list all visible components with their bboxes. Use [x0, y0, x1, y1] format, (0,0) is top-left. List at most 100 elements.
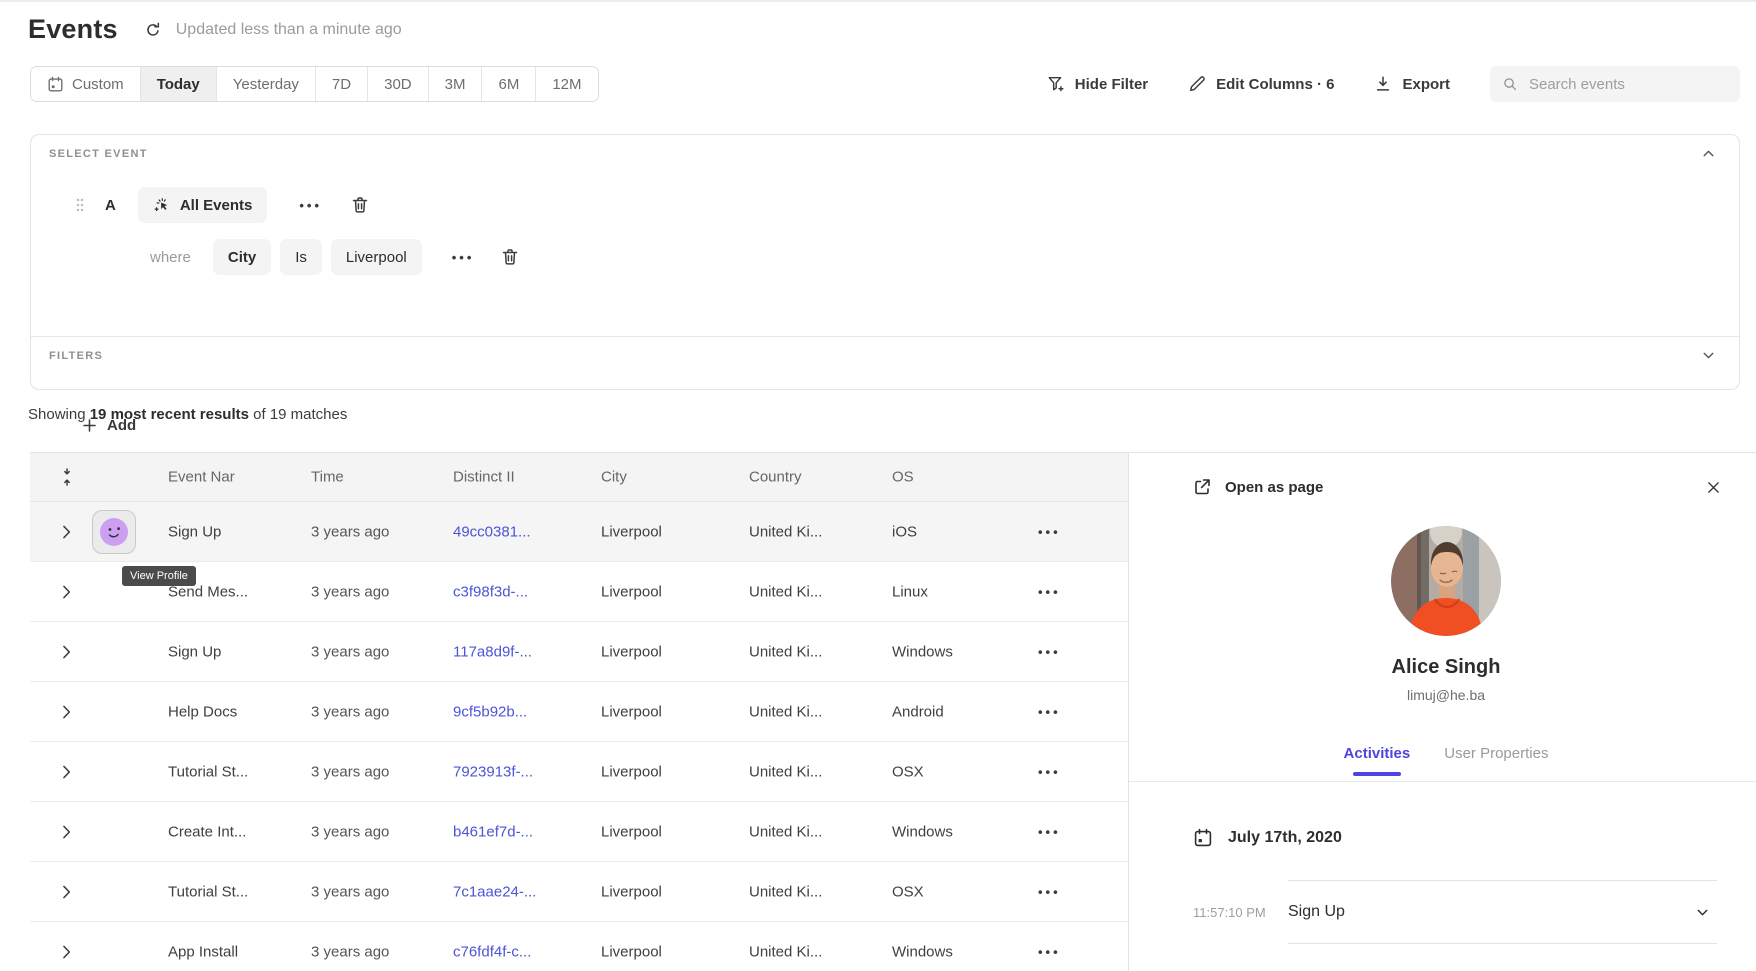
panel-divider: [1129, 781, 1756, 782]
page-header: Events Updated less than a minute ago: [28, 14, 402, 45]
row-actions-button[interactable]: •••: [1038, 704, 1061, 719]
row-expand-chevron-icon[interactable]: [62, 765, 72, 779]
export-button[interactable]: Export: [1374, 75, 1450, 93]
activity-time: 11:57:10 PM: [1193, 905, 1288, 920]
table-row[interactable]: Sign Up 3 years ago 117a8d9f-... Liverpo…: [30, 622, 1128, 682]
country-cell: United Ki...: [749, 643, 822, 660]
row-actions-button[interactable]: •••: [1038, 584, 1061, 599]
distinct-id-link[interactable]: b461ef7d-...: [453, 823, 533, 840]
distinct-id-link[interactable]: c3f98f3d-...: [453, 583, 528, 600]
row-actions-button[interactable]: •••: [1038, 824, 1061, 839]
date-tab-yesterday[interactable]: Yesterday: [216, 67, 315, 101]
user-avatar[interactable]: [100, 818, 128, 846]
row-actions-button[interactable]: •••: [1038, 884, 1061, 899]
distinct-id-link[interactable]: c76fdf4f-c...: [453, 943, 531, 960]
collapse-rows-icon[interactable]: [60, 467, 74, 487]
user-avatar[interactable]: [92, 510, 136, 554]
pencil-icon: [1188, 75, 1206, 93]
table-row[interactable]: App Install 3 years ago c76fdf4f-c... Li…: [30, 922, 1128, 971]
user-avatar[interactable]: [100, 758, 128, 786]
refresh-icon[interactable]: [144, 21, 162, 39]
user-avatar[interactable]: [100, 638, 128, 666]
row-expand-chevron-icon[interactable]: [62, 705, 72, 719]
row-actions-button[interactable]: •••: [1038, 764, 1061, 779]
os-cell: Windows: [892, 943, 953, 960]
open-as-page-button[interactable]: Open as page: [1192, 477, 1323, 497]
close-panel-icon[interactable]: [1705, 479, 1722, 496]
user-avatar[interactable]: [100, 878, 128, 906]
event-name-cell: App Install: [168, 943, 238, 960]
table-row[interactable]: Create Int... 3 years ago b461ef7d-... L…: [30, 802, 1128, 862]
user-avatar[interactable]: [100, 938, 128, 966]
event-selector-chip[interactable]: All Events: [138, 187, 268, 223]
column-header[interactable]: Distinct II: [453, 469, 515, 486]
filter-value-chip[interactable]: Liverpool: [331, 239, 422, 275]
filter-more-button[interactable]: •••: [446, 250, 481, 265]
row-actions-button[interactable]: •••: [1038, 644, 1061, 659]
events-page: Events Updated less than a minute ago Cu…: [0, 0, 1756, 971]
city-cell: Liverpool: [601, 583, 662, 600]
column-header[interactable]: Event Nar: [168, 469, 235, 486]
country-cell: United Ki...: [749, 703, 822, 720]
row-expand-chevron-icon[interactable]: [62, 945, 72, 959]
tab-activities[interactable]: Activities: [1344, 745, 1411, 776]
last-updated-text: Updated less than a minute ago: [176, 21, 402, 39]
activity-expand-row[interactable]: Sign Up: [1288, 880, 1717, 944]
table-row[interactable]: Help Docs 3 years ago 9cf5b92b... Liverp…: [30, 682, 1128, 742]
os-cell: Linux: [892, 583, 928, 600]
edit-columns-button[interactable]: Edit Columns · 6: [1188, 75, 1334, 93]
date-tab-3m[interactable]: 3M: [428, 67, 482, 101]
distinct-id-link[interactable]: 7c1aae24-...: [453, 883, 536, 900]
activity-event-name: Sign Up: [1288, 903, 1345, 921]
row-expand-chevron-icon[interactable]: [62, 885, 72, 899]
row-expand-chevron-icon[interactable]: [62, 825, 72, 839]
row-actions-button[interactable]: •••: [1038, 944, 1061, 959]
date-tab-today[interactable]: Today: [140, 67, 216, 101]
row-expand-chevron-icon[interactable]: [62, 525, 72, 539]
filter-property-chip[interactable]: City: [213, 239, 271, 275]
distinct-id-link[interactable]: 7923913f-...: [453, 763, 533, 780]
city-cell: Liverpool: [601, 823, 662, 840]
delete-event-icon[interactable]: [350, 195, 370, 215]
tab-user-properties[interactable]: User Properties: [1444, 745, 1548, 776]
column-header[interactable]: Country: [749, 469, 802, 486]
column-header[interactable]: Time: [311, 469, 344, 486]
distinct-id-link[interactable]: 9cf5b92b...: [453, 703, 527, 720]
filter-operator-chip[interactable]: Is: [280, 239, 322, 275]
time-cell: 3 years ago: [311, 583, 389, 600]
date-tab-6m[interactable]: 6M: [481, 67, 535, 101]
calendar-icon: [1193, 828, 1213, 848]
os-cell: Android: [892, 703, 944, 720]
delete-filter-icon[interactable]: [500, 247, 520, 267]
table-row[interactable]: Sign Up 3 years ago 49cc0381... Liverpoo…: [30, 502, 1128, 562]
collapse-section-icon[interactable]: [1700, 145, 1717, 162]
distinct-id-link[interactable]: 49cc0381...: [453, 523, 531, 540]
edit-columns-label: Edit Columns · 6: [1216, 76, 1334, 93]
column-header[interactable]: City: [601, 469, 627, 486]
hide-filter-button[interactable]: Hide Filter: [1047, 75, 1148, 93]
filter-operator-label: Is: [295, 249, 307, 266]
select-event-label: SELECT EVENT: [49, 148, 148, 160]
row-expand-chevron-icon[interactable]: [62, 585, 72, 599]
toolbar: Hide Filter Edit Columns · 6 Export: [1047, 66, 1740, 102]
date-tab-7d[interactable]: 7D: [315, 67, 367, 101]
date-range-tabs: CustomTodayYesterday7D30D3M6M12M: [30, 66, 599, 102]
date-tab-12m[interactable]: 12M: [535, 67, 597, 101]
search-input[interactable]: [1527, 75, 1728, 94]
date-tab-custom[interactable]: Custom: [31, 67, 140, 101]
column-header[interactable]: OS: [892, 469, 914, 486]
card-divider: [31, 336, 1739, 337]
export-label: Export: [1402, 76, 1450, 93]
user-avatar[interactable]: [100, 698, 128, 726]
drag-handle-icon[interactable]: [75, 197, 85, 213]
row-expand-chevron-icon[interactable]: [62, 645, 72, 659]
table-row[interactable]: Tutorial St... 3 years ago 7c1aae24-... …: [30, 862, 1128, 922]
event-more-button[interactable]: •••: [293, 198, 328, 213]
country-cell: United Ki...: [749, 943, 822, 960]
distinct-id-link[interactable]: 117a8d9f-...: [453, 643, 532, 660]
time-cell: 3 years ago: [311, 763, 389, 780]
date-tab-30d[interactable]: 30D: [367, 67, 428, 101]
table-row[interactable]: Tutorial St... 3 years ago 7923913f-... …: [30, 742, 1128, 802]
expand-filters-icon[interactable]: [1700, 347, 1717, 364]
row-actions-button[interactable]: •••: [1038, 524, 1061, 539]
